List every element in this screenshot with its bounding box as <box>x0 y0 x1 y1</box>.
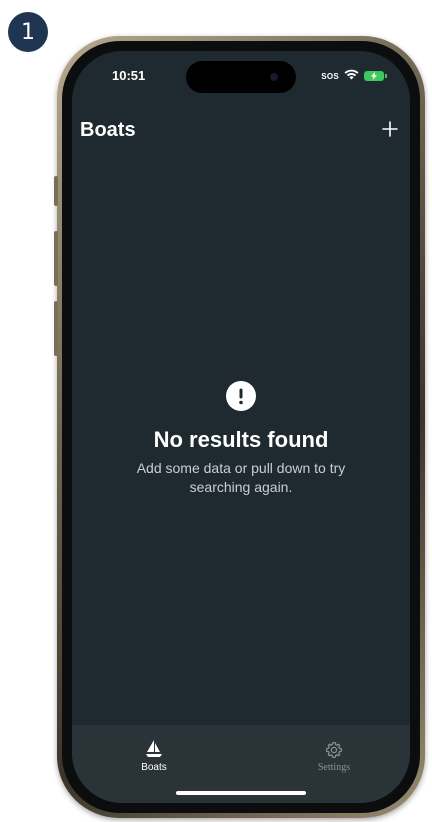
add-boat-button[interactable] <box>376 115 404 143</box>
camera-icon <box>270 73 278 81</box>
tab-settings[interactable]: Settings <box>294 737 374 773</box>
gear-icon <box>294 737 374 759</box>
plus-icon <box>382 121 398 137</box>
tab-label-settings: Settings <box>317 762 351 773</box>
volume-up-button <box>54 231 58 286</box>
app-screen: 10:51 SOS Boats No results found Add som… <box>72 51 410 803</box>
step-number-badge: 1 <box>8 12 48 52</box>
exclamation-circle-icon <box>226 381 256 411</box>
dynamic-island <box>186 61 296 93</box>
sos-indicator: SOS <box>321 71 339 81</box>
page-title: Boats <box>80 119 136 141</box>
action-button <box>54 176 58 206</box>
wifi-icon <box>344 67 359 85</box>
status-indicators: SOS <box>321 67 387 85</box>
sailboat-icon <box>114 737 194 759</box>
empty-state-title: No results found <box>153 427 329 452</box>
volume-down-button <box>54 301 58 356</box>
status-time: 10:51 <box>112 68 146 83</box>
tab-boats[interactable]: Boats <box>114 737 194 773</box>
home-indicator[interactable] <box>176 791 306 795</box>
tab-bar: Boats Settings <box>72 725 410 803</box>
empty-state-message: Add some data or pull down to try search… <box>136 460 346 495</box>
battery-charging-icon <box>364 71 387 81</box>
empty-state: No results found Add some data or pull d… <box>72 381 410 497</box>
tab-label-boats: Boats <box>141 762 167 773</box>
status-bar: 10:51 SOS <box>72 51 410 95</box>
phone-frame: 10:51 SOS Boats No results found Add som… <box>54 36 425 818</box>
